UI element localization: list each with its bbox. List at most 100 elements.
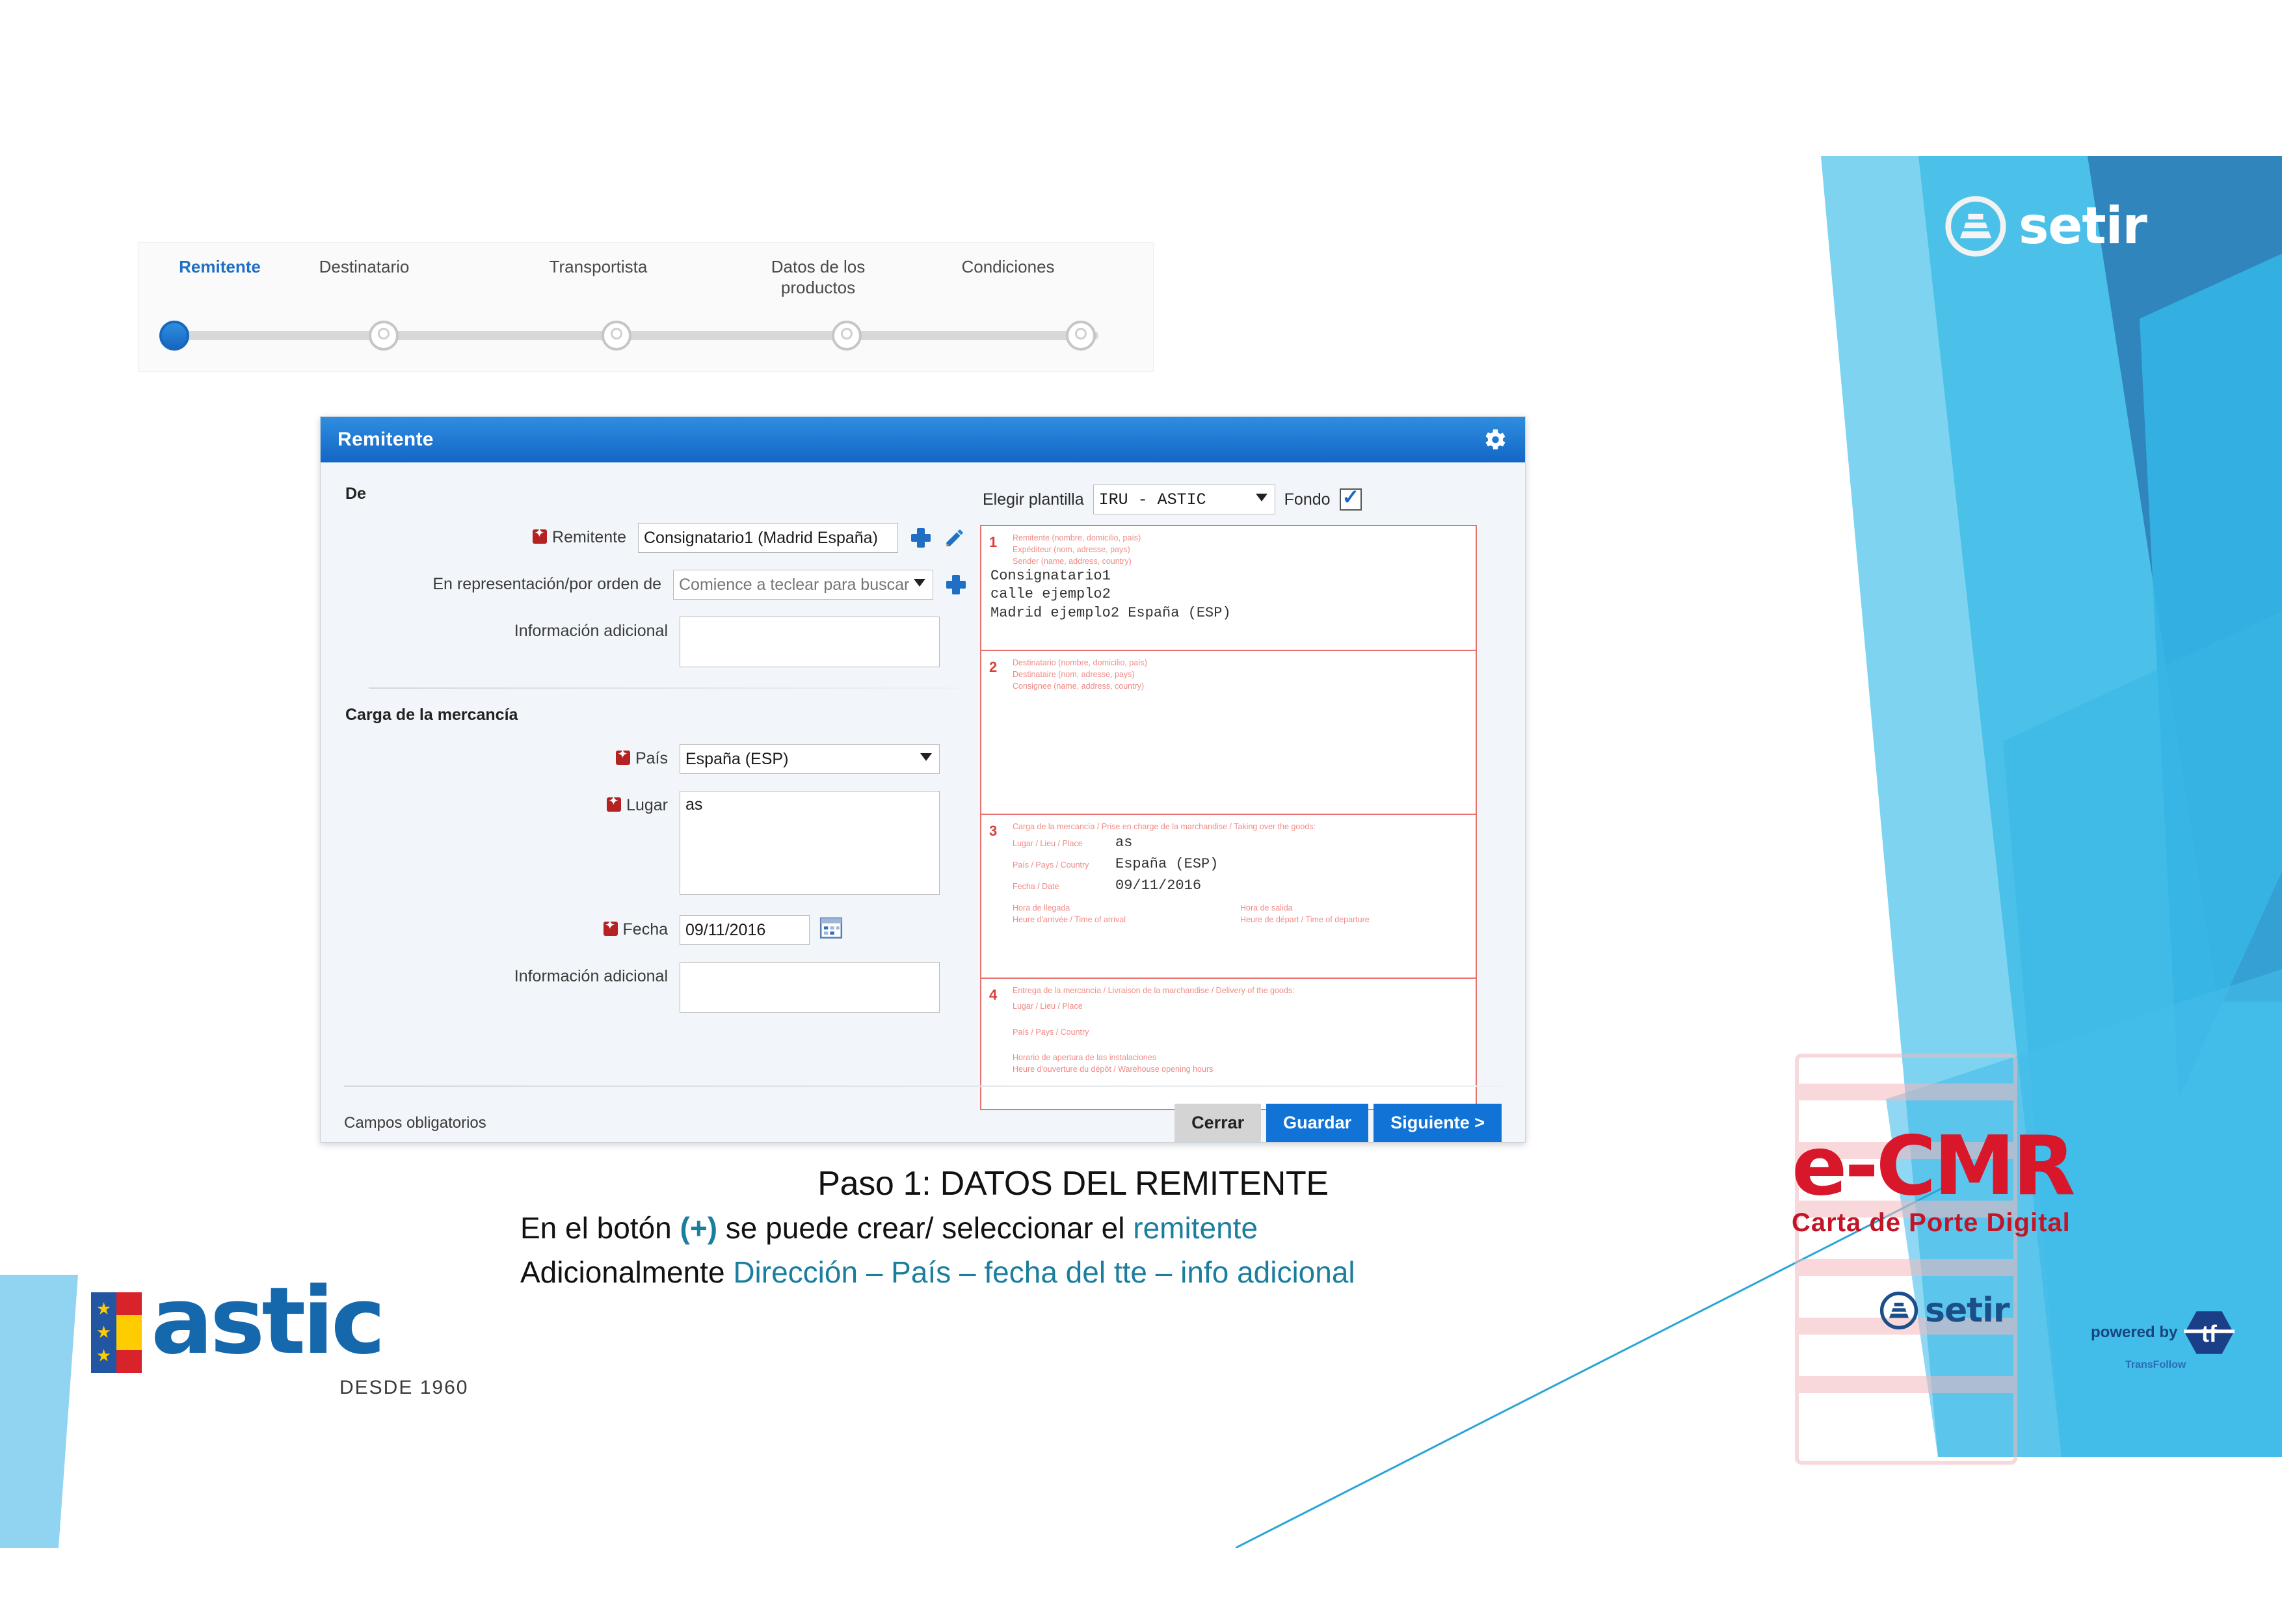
info-adicional-2-textarea[interactable] — [680, 962, 940, 1013]
representacion-field-wrap — [673, 570, 933, 600]
background-wedge-left — [0, 1275, 78, 1548]
wizard-dot-1[interactable] — [159, 321, 189, 351]
cmr-box-3-lugar: Lugar / Lieu / Place as — [1013, 834, 1468, 851]
fondo-checkbox[interactable] — [1339, 485, 1362, 511]
wizard-label-remitente[interactable]: Remitente — [145, 257, 295, 278]
cmr-box-3-lugar-value: as — [1115, 834, 1133, 851]
cmr-box-3-departure-fr: Heure de départ / Time of departure — [1240, 914, 1370, 924]
field-row-fecha: Fecha — [343, 915, 967, 945]
ecmr-tagline: Carta de Porte Digital — [1792, 1208, 2071, 1237]
template-selector-row: Elegir plantilla Fondo — [983, 485, 1503, 514]
fondo-label: Fondo — [1284, 490, 1331, 509]
transfollow-hex-icon: tf — [2184, 1311, 2235, 1354]
wizard-label-transportista[interactable]: Transportista — [524, 257, 673, 278]
cmr-box-3-fecha-value: 09/11/2016 — [1115, 877, 1202, 894]
wizard-label-destinatario[interactable]: Destinatario — [289, 257, 439, 278]
setir-wordmark-bottom: setir — [1925, 1291, 2010, 1330]
setir-logo-bottom: setir — [1879, 1291, 2010, 1330]
pais-select[interactable] — [680, 744, 940, 774]
calendar-icon[interactable] — [819, 915, 843, 940]
lugar-textarea[interactable]: as — [680, 791, 940, 895]
eu-flag-half: ★ ★ ★ — [91, 1292, 116, 1373]
cmr-box-4-heading: Entrega de la mercancía / Livraison de l… — [1013, 986, 1295, 995]
template-select[interactable] — [1093, 485, 1275, 514]
cmr-box-1-es: Remitente (nombre, domicilio, país) — [1013, 533, 1141, 542]
astic-tagline: DESDE 1960 — [339, 1377, 469, 1398]
transfollow-name: TransFollow — [2125, 1359, 2186, 1370]
wizard-label-condiciones[interactable]: Condiciones — [933, 257, 1083, 278]
spain-flag-half — [116, 1292, 142, 1373]
template-select-wrap — [1093, 485, 1275, 514]
astic-wordmark: astic — [151, 1268, 386, 1375]
close-button[interactable]: Cerrar — [1174, 1104, 1262, 1142]
spain-stripe-top — [116, 1292, 142, 1315]
wizard-dot-4[interactable] — [832, 321, 862, 351]
cmr-box-1-en: Sender (name, address, country) — [1013, 556, 1132, 566]
wizard-dot-2[interactable] — [369, 321, 399, 351]
edit-pencil-icon[interactable] — [942, 527, 967, 549]
setir-wordmark-top: setir — [2019, 197, 2147, 256]
cmr-box-1: 1 Remitente (nombre, domicilio, país) Ex… — [981, 526, 1476, 651]
fecha-field-wrap — [680, 915, 810, 945]
spain-stripe-bottom — [116, 1350, 142, 1373]
gear-icon[interactable] — [1481, 426, 1508, 453]
astic-flag-icon: ★ ★ ★ — [91, 1292, 142, 1373]
astic-logo: ★ ★ ★ astic DESDE 1960 — [91, 1268, 494, 1408]
form-column: De Remitente En repres — [343, 479, 967, 1110]
cmr-box-4-horario-fr: Heure d'ouverture du dépôt / Warehouse o… — [1013, 1065, 1214, 1074]
label-pais: País — [343, 744, 680, 768]
caption-line3-b: Dirección – País – fecha del tte – info … — [733, 1255, 1355, 1289]
remitente-actions — [898, 523, 967, 549]
label-representacion: En representación/por orden de — [432, 575, 661, 593]
cmr-box-4-lugar-key: Lugar / Lieu / Place — [1013, 1001, 1083, 1011]
fecha-input[interactable] — [680, 915, 810, 945]
footer-buttons: Cerrar Guardar Siguiente > — [1174, 1104, 1502, 1142]
cmr-box-3-pais-key: País / Pays / Country — [1013, 860, 1089, 870]
info-adicional-1-textarea[interactable] — [680, 617, 940, 667]
save-button[interactable]: Guardar — [1266, 1104, 1369, 1142]
cmr-box-3-heading: Carga de la mercancía / Prise en charge … — [1013, 822, 1316, 831]
wizard-dot-3[interactable] — [602, 321, 631, 351]
wizard-progress-track — [159, 321, 1098, 351]
label-remitente: Remitente — [343, 523, 638, 547]
field-row-info-adicional-1: Información adicional — [343, 617, 967, 671]
required-marker-icon — [603, 918, 618, 936]
cmr-box-3-departure: Hora de salida Heure de départ / Time of… — [1240, 903, 1468, 926]
cmr-box-3-pais-value: España (ESP) — [1115, 855, 1219, 872]
wizard-label-datos-productos[interactable]: Datos de los productos — [743, 257, 893, 298]
required-marker-icon — [607, 794, 622, 812]
next-button[interactable]: Siguiente > — [1373, 1104, 1502, 1142]
field-row-info-adicional-2: Información adicional — [343, 962, 967, 1016]
caption-line2-a: En el botón — [520, 1211, 680, 1245]
eu-star-3: ★ — [96, 1346, 112, 1365]
wizard-labels: Remitente Destinatario Transportista Dat… — [139, 243, 1153, 298]
remitente-input[interactable] — [638, 523, 898, 553]
required-fields-note: Campos obligatorios — [344, 1113, 486, 1132]
cmr-box-1-number: 1 — [989, 534, 998, 550]
cmr-box-3-arrival: Hora de llegada Heure d'arrivée / Time o… — [1013, 903, 1240, 926]
cmr-box-1-captions: Remitente (nombre, domicilio, país) Expé… — [1013, 533, 1468, 567]
cmr-box-2-fr: Destinataire (nom, adresse, pays) — [1013, 669, 1135, 679]
setir-logo-top: setir — [1944, 195, 2147, 258]
cmr-box-3-arrival-es: Hora de llegada — [1013, 903, 1070, 912]
field-row-representacion: En representación/por orden de — [343, 570, 967, 600]
add-representacion-icon[interactable] — [945, 574, 967, 596]
cmr-box-4-horario-es: Horario de apertura de las instalaciones — [1013, 1053, 1156, 1063]
eu-star-2: ★ — [96, 1322, 112, 1342]
wizard-dot-5[interactable] — [1066, 321, 1096, 351]
caption-plus-token: (+) — [680, 1211, 718, 1245]
add-remitente-icon[interactable] — [910, 527, 932, 549]
cmr-box-4-number: 4 — [989, 987, 998, 1003]
cmr-box-3-pais: País / Pays / Country España (ESP) — [1013, 856, 1468, 872]
field-row-remitente: Remitente — [343, 523, 967, 553]
caption-line-2: En el botón (+) se puede crear/ seleccio… — [520, 1210, 1626, 1247]
caption-line3-a: Adicionalmente — [520, 1255, 734, 1289]
lugar-field-wrap: as — [680, 791, 940, 898]
cmr-box-1-value: Consignatario1 calle ejemplo2 Madrid eje… — [990, 568, 1231, 621]
label-info-adicional-2: Información adicional — [514, 967, 668, 985]
cmr-box-1-fr: Expéditeur (nom, adresse, pays) — [1013, 544, 1130, 554]
spain-stripe-mid — [116, 1314, 142, 1351]
cmr-box-3-number: 3 — [989, 823, 998, 839]
required-marker-icon — [615, 747, 630, 765]
representacion-input[interactable] — [673, 570, 933, 600]
